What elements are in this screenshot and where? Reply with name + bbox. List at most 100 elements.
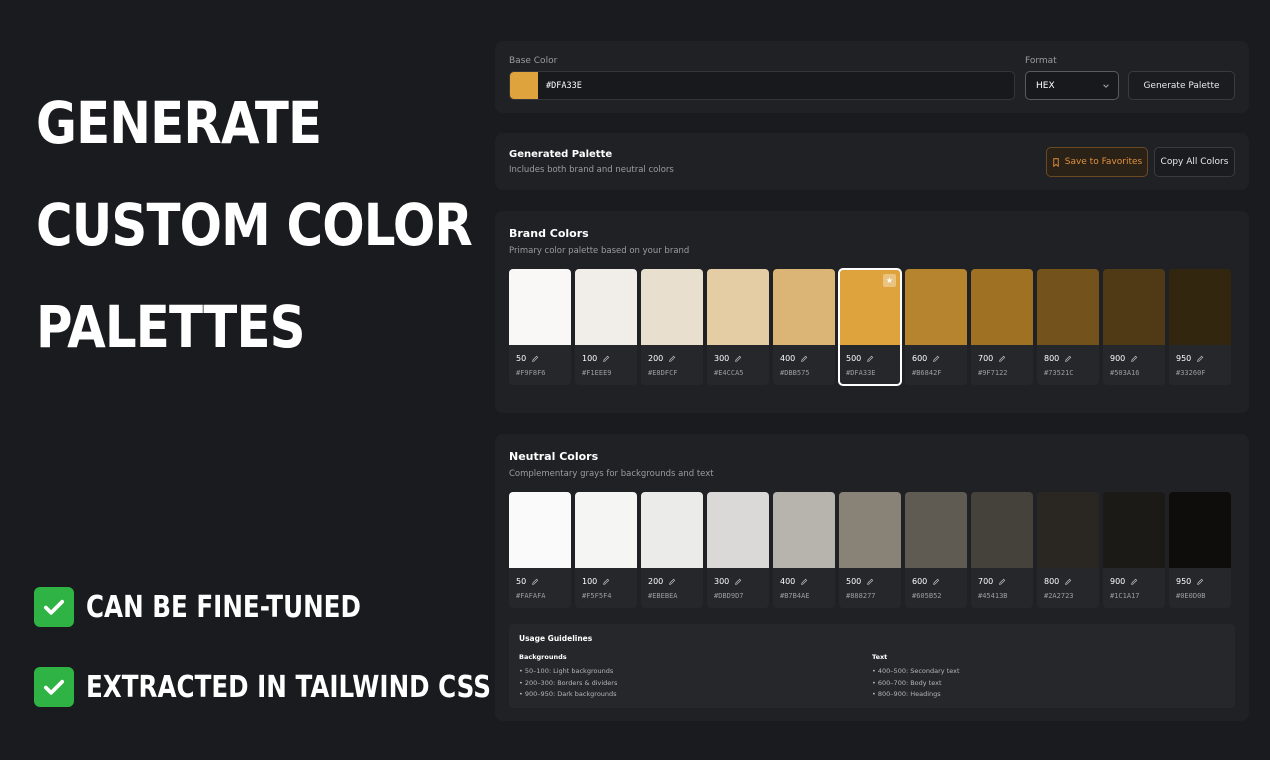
color-block[interactable] xyxy=(905,269,967,345)
pencil-icon[interactable] xyxy=(1196,355,1204,363)
neutral-swatch-600[interactable]: 600 #605B52 xyxy=(905,492,967,608)
shade-row: 400 xyxy=(780,577,835,586)
color-block[interactable] xyxy=(509,269,571,345)
brand-swatch-300[interactable]: 300 #E4CCA5 xyxy=(707,269,769,385)
neutral-swatch-900[interactable]: 900 #1C1A17 xyxy=(1103,492,1165,608)
hex-value: #DFA33E xyxy=(846,369,876,377)
brand-swatch-200[interactable]: 200 #E8DFCF xyxy=(641,269,703,385)
generated-palette-panel: Generated Palette Includes both brand an… xyxy=(495,133,1249,190)
base-color-swatch[interactable] xyxy=(510,72,538,99)
pencil-icon[interactable] xyxy=(1196,578,1204,586)
swatch-info: 800 #2A2723 xyxy=(1037,568,1099,608)
hero-line-1: GENERATE xyxy=(36,89,322,157)
color-block[interactable] xyxy=(509,492,571,568)
pencil-icon[interactable] xyxy=(998,578,1006,586)
color-block[interactable] xyxy=(839,492,901,568)
guidelines-text-title: Text xyxy=(872,653,888,661)
neutral-swatch-300[interactable]: 300 #DBD9D7 xyxy=(707,492,769,608)
brand-swatch-900[interactable]: 900 #503A16 xyxy=(1103,269,1165,385)
color-block[interactable] xyxy=(1169,269,1231,345)
color-block[interactable] xyxy=(707,269,769,345)
base-color-label: Base Color xyxy=(509,56,558,66)
pencil-icon[interactable] xyxy=(800,355,808,363)
pencil-icon[interactable] xyxy=(932,355,940,363)
shade-label: 600 xyxy=(912,577,928,586)
brand-swatch-800[interactable]: 800 #73521C xyxy=(1037,269,1099,385)
shade-row: 600 xyxy=(912,354,967,363)
brand-swatch-700[interactable]: 700 #9F7122 xyxy=(971,269,1033,385)
color-block[interactable] xyxy=(575,492,637,568)
shade-label: 800 xyxy=(1044,577,1060,586)
pencil-icon[interactable] xyxy=(1130,578,1138,586)
brand-swatch-100[interactable]: 100 #F1EEE9 xyxy=(575,269,637,385)
color-block[interactable] xyxy=(641,269,703,345)
color-block[interactable] xyxy=(773,492,835,568)
pencil-icon[interactable] xyxy=(998,355,1006,363)
color-block[interactable] xyxy=(707,492,769,568)
base-color-input[interactable]: #DFA33E xyxy=(509,71,1015,100)
pencil-icon[interactable] xyxy=(531,355,539,363)
hex-value: #33260F xyxy=(1176,369,1206,377)
color-block[interactable] xyxy=(1103,492,1165,568)
pencil-icon[interactable] xyxy=(1064,578,1072,586)
neutral-swatch-50[interactable]: 50 #FAFAFA xyxy=(509,492,571,608)
neutral-swatch-800[interactable]: 800 #2A2723 xyxy=(1037,492,1099,608)
pencil-icon[interactable] xyxy=(1064,355,1072,363)
check-icon xyxy=(34,587,74,627)
swatch-info: 900 #503A16 xyxy=(1103,345,1165,385)
color-block[interactable] xyxy=(1037,492,1099,568)
brand-swatch-400[interactable]: 400 #DBB575 xyxy=(773,269,835,385)
pencil-icon[interactable] xyxy=(734,355,742,363)
hex-value: #B6842F xyxy=(912,369,942,377)
color-block[interactable] xyxy=(773,269,835,345)
pencil-icon[interactable] xyxy=(800,578,808,586)
generate-palette-button[interactable]: Generate Palette xyxy=(1128,71,1235,100)
color-block[interactable] xyxy=(1103,269,1165,345)
color-block[interactable] xyxy=(1169,492,1231,568)
base-color-panel: Base Color #DFA33E Format HEX Generate P… xyxy=(495,41,1249,113)
shade-row: 50 xyxy=(516,577,571,586)
pencil-icon[interactable] xyxy=(602,578,610,586)
pencil-icon[interactable] xyxy=(531,578,539,586)
pencil-icon[interactable] xyxy=(602,355,610,363)
brand-swatch-600[interactable]: 600 #B6842F xyxy=(905,269,967,385)
pencil-icon[interactable] xyxy=(932,578,940,586)
color-block[interactable] xyxy=(905,492,967,568)
neutral-swatch-950[interactable]: 950 #0E0D0B xyxy=(1169,492,1231,608)
feature-text: EXTRACTED IN TAILWIND CSS xyxy=(86,669,491,705)
color-block[interactable] xyxy=(971,269,1033,345)
feature-text: CAN BE FINE-TUNED xyxy=(86,589,361,625)
copy-all-colors-button[interactable]: Copy All Colors xyxy=(1154,147,1235,177)
color-block[interactable] xyxy=(1037,269,1099,345)
brand-swatch-950[interactable]: 950 #33260F xyxy=(1169,269,1231,385)
hex-value: #1C1A17 xyxy=(1110,592,1140,600)
shade-row: 500 xyxy=(846,354,901,363)
save-favorites-label: Save to Favorites xyxy=(1064,157,1143,167)
neutral-swatch-500[interactable]: 500 #888277 xyxy=(839,492,901,608)
format-value: HEX xyxy=(1036,80,1055,91)
neutral-swatch-400[interactable]: 400 #B7B4AE xyxy=(773,492,835,608)
shade-label: 700 xyxy=(978,577,994,586)
shade-row: 950 xyxy=(1176,577,1231,586)
color-block[interactable] xyxy=(641,492,703,568)
shade-row: 700 xyxy=(978,577,1033,586)
save-favorites-button[interactable]: Save to Favorites xyxy=(1046,147,1148,177)
hex-value: #B7B4AE xyxy=(780,592,810,600)
pencil-icon[interactable] xyxy=(668,355,676,363)
neutral-swatch-100[interactable]: 100 #F5F5F4 xyxy=(575,492,637,608)
pencil-icon[interactable] xyxy=(668,578,676,586)
pencil-icon[interactable] xyxy=(866,355,874,363)
format-select[interactable]: HEX xyxy=(1025,71,1119,100)
pencil-icon[interactable] xyxy=(734,578,742,586)
neutral-swatch-700[interactable]: 700 #45413B xyxy=(971,492,1033,608)
hex-value: #9F7122 xyxy=(978,369,1008,377)
color-block[interactable] xyxy=(971,492,1033,568)
neutral-swatch-200[interactable]: 200 #EBEBEA xyxy=(641,492,703,608)
neutral-title: Neutral Colors xyxy=(509,450,599,463)
guideline-item: • 50–100: Light backgrounds xyxy=(519,667,614,675)
brand-swatch-500[interactable]: ★ 500 #DFA33E xyxy=(838,268,902,386)
brand-swatch-50[interactable]: 50 #F9F8F6 xyxy=(509,269,571,385)
pencil-icon[interactable] xyxy=(1130,355,1138,363)
pencil-icon[interactable] xyxy=(866,578,874,586)
color-block[interactable] xyxy=(575,269,637,345)
